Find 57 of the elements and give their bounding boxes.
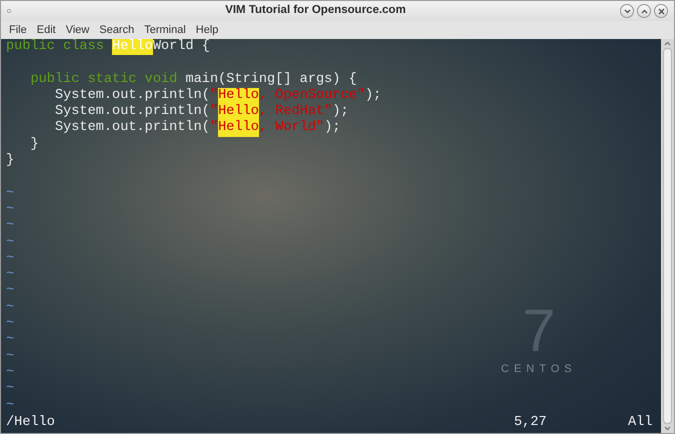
menu-item[interactable]: View [66, 22, 90, 38]
search-match: Hello [218, 120, 259, 137]
command-line: /Hello [6, 415, 56, 432]
window-menu-icon[interactable] [7, 9, 11, 13]
code-text: main(String[] args) { [185, 72, 357, 88]
empty-line-marker: ~ [6, 332, 14, 348]
code-text: System.out.println( [54, 88, 210, 104]
empty-line-marker: ~ [6, 186, 14, 201]
chevron-down-icon[interactable] [664, 426, 671, 431]
menu-item[interactable]: Terminal [144, 22, 186, 38]
empty-line-marker: ~ [6, 250, 14, 266]
code-string: " [210, 120, 218, 137]
code-text: ); [332, 104, 349, 120]
close-icon [658, 8, 664, 14]
chevron-up-icon[interactable] [664, 41, 671, 46]
code-string: , RedHat" [258, 104, 332, 120]
maximize-button[interactable] [637, 4, 651, 18]
menu-item[interactable]: Edit [36, 22, 56, 38]
empty-line-marker: ~ [6, 381, 14, 396]
wallpaper-logo-text: CENTOS [501, 362, 577, 377]
scrollbar[interactable] [661, 39, 674, 433]
chevron-up-icon [640, 8, 648, 14]
empty-line-marker: ~ [6, 398, 14, 413]
empty-line-marker: ~ [6, 364, 14, 380]
empty-line-marker: ~ [6, 218, 14, 234]
empty-line-marker: ~ [6, 202, 14, 217]
code-keyword: public static void [29, 72, 178, 88]
code-keyword: public class [6, 39, 105, 56]
minimize-button[interactable] [620, 4, 634, 18]
window-title: VIM Tutorial for Opensource.com [224, 3, 407, 18]
scroll-position: All [628, 415, 652, 432]
search-match: Hello [218, 104, 259, 120]
code-text: } [29, 136, 39, 154]
code-string: , OpenSource" [258, 88, 365, 104]
code-text: ); [364, 88, 382, 104]
code-string: " [210, 104, 218, 120]
empty-line-marker: ~ [6, 267, 14, 282]
menu-item[interactable]: Search [99, 22, 134, 38]
chevron-down-icon [624, 8, 630, 14]
empty-line-marker: ~ [6, 348, 14, 364]
code-string: , World" [258, 120, 324, 137]
code-text: } [6, 153, 14, 170]
empty-line-marker: ~ [6, 300, 14, 315]
search-match: Hello [112, 39, 153, 56]
code-text: System.out.println( [54, 120, 210, 137]
empty-line-marker: ~ [6, 234, 14, 250]
search-match: Hello [218, 88, 259, 104]
menu-item[interactable]: File [9, 22, 27, 38]
scrollbar-thumb[interactable] [663, 48, 672, 424]
menu-item[interactable]: Help [196, 22, 218, 38]
cursor-position: 5,27 [514, 415, 548, 432]
code-string: " [210, 88, 218, 104]
empty-line-marker: ~ [6, 283, 14, 298]
close-button[interactable] [654, 4, 668, 18]
code-text: ); [324, 120, 341, 137]
empty-line-marker: ~ [6, 316, 14, 332]
code-text: System.out.println( [54, 104, 210, 120]
